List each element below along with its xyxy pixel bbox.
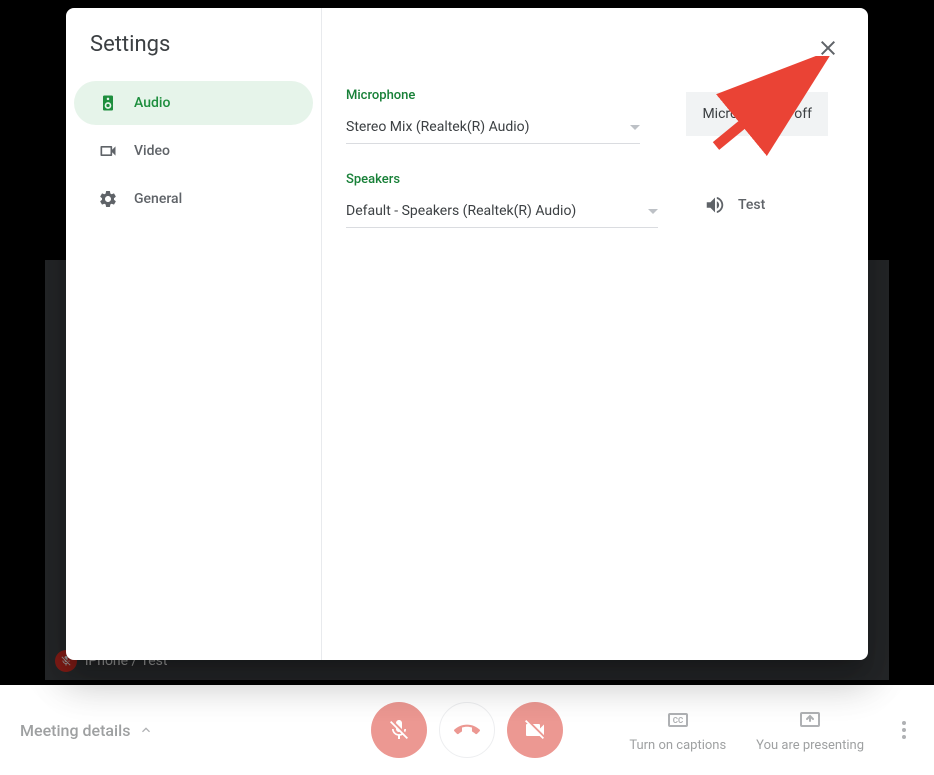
sidebar-item-audio[interactable]: Audio bbox=[74, 81, 313, 125]
sidebar-item-label: Audio bbox=[134, 95, 170, 111]
sidebar-item-general[interactable]: General bbox=[74, 177, 313, 221]
presenting-button[interactable]: You are presenting bbox=[756, 708, 864, 753]
speakers-label: Speakers bbox=[346, 172, 658, 187]
meeting-details-label: Meeting details bbox=[20, 721, 130, 740]
sidebar-item-label: General bbox=[134, 191, 182, 207]
microphone-status: Microphone is off bbox=[686, 92, 828, 136]
call-controls bbox=[371, 702, 563, 758]
settings-title: Settings bbox=[66, 32, 321, 81]
close-button[interactable] bbox=[808, 28, 848, 68]
sidebar-item-label: Video bbox=[134, 143, 170, 159]
mute-button[interactable] bbox=[371, 702, 427, 758]
present-icon bbox=[798, 708, 822, 732]
hangup-icon bbox=[454, 717, 480, 743]
settings-content: Microphone Stereo Mix (Realtek(R) Audio)… bbox=[322, 8, 868, 660]
mic-off-icon bbox=[387, 718, 411, 742]
settings-sidebar: Settings Audio Video General bbox=[66, 8, 322, 660]
microphone-dropdown[interactable]: Stereo Mix (Realtek(R) Audio) bbox=[346, 111, 640, 144]
speakers-dropdown[interactable]: Default - Speakers (Realtek(R) Audio) bbox=[346, 195, 658, 228]
chevron-up-icon bbox=[138, 722, 154, 738]
bottom-bar: Meeting details CC Turn bbox=[0, 685, 934, 775]
chevron-down-icon bbox=[630, 125, 640, 130]
close-icon bbox=[816, 36, 840, 60]
microphone-section: Microphone Stereo Mix (Realtek(R) Audio)… bbox=[346, 88, 828, 144]
test-label: Test bbox=[738, 197, 765, 213]
captions-label: Turn on captions bbox=[629, 738, 726, 753]
right-actions: CC Turn on captions You are presenting bbox=[629, 708, 914, 753]
svg-text:CC: CC bbox=[673, 716, 683, 725]
camera-off-icon bbox=[523, 718, 547, 742]
microphone-label: Microphone bbox=[346, 88, 640, 103]
captions-icon: CC bbox=[666, 708, 690, 732]
hangup-button[interactable] bbox=[439, 702, 495, 758]
video-icon bbox=[98, 141, 118, 161]
chevron-down-icon bbox=[648, 209, 658, 214]
presenting-label: You are presenting bbox=[756, 738, 864, 753]
meeting-details-button[interactable]: Meeting details bbox=[20, 721, 154, 740]
speaker-icon bbox=[98, 93, 118, 113]
camera-off-button[interactable] bbox=[507, 702, 563, 758]
captions-button[interactable]: CC Turn on captions bbox=[629, 708, 726, 753]
speakers-value: Default - Speakers (Realtek(R) Audio) bbox=[346, 203, 576, 219]
gear-icon bbox=[98, 189, 118, 209]
more-options-button[interactable] bbox=[894, 713, 914, 747]
test-speakers-button[interactable]: Test bbox=[704, 194, 765, 216]
settings-modal: Settings Audio Video General bbox=[66, 8, 868, 660]
sidebar-item-video[interactable]: Video bbox=[74, 129, 313, 173]
microphone-value: Stereo Mix (Realtek(R) Audio) bbox=[346, 119, 530, 135]
speakers-section: Speakers Default - Speakers (Realtek(R) … bbox=[346, 172, 828, 228]
more-icon bbox=[902, 721, 906, 725]
volume-icon bbox=[704, 194, 726, 216]
